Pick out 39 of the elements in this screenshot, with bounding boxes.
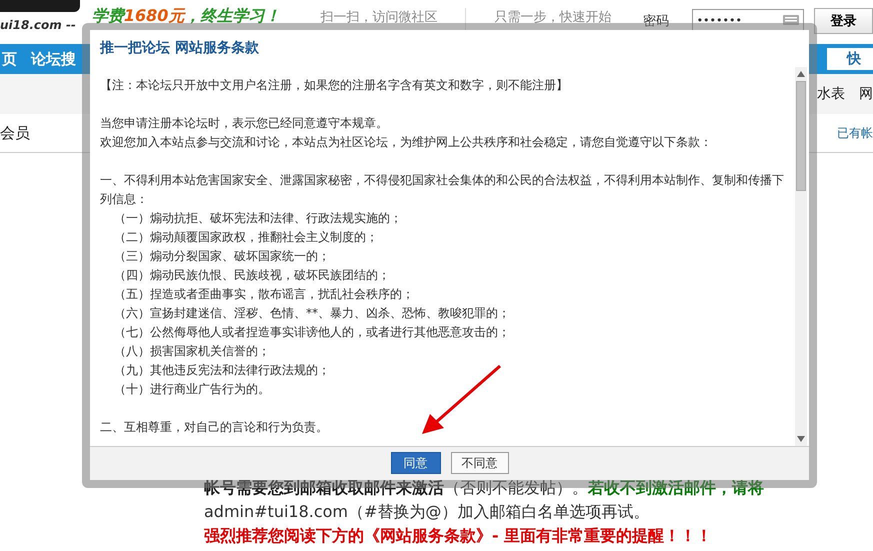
logo-text: ui18.com --: [0, 18, 76, 32]
dialog-title: 推一把论坛 网站服务条款: [98, 39, 260, 58]
terms-paragraph: 当您申请注册本论坛时，表示您已经同意遵守本规章。: [100, 114, 389, 132]
subnav-item[interactable]: 网: [859, 85, 873, 103]
terms-item: （三）煽动分裂国家、破坏国家统一的；: [113, 248, 331, 265]
terms-item: （七）公然侮辱他人或者捏造事实诽谤他人的，或者进行其他恶意攻击的；: [113, 324, 511, 341]
terms-item: （九）其他违反宪法和法律行政法规的；: [113, 362, 331, 379]
notice-line: admin#tui18.com（#替换为@）加入邮箱白名单选项再试。: [204, 501, 650, 523]
subnav-item[interactable]: 水表: [817, 85, 845, 103]
quick-button[interactable]: 快: [827, 48, 873, 70]
scroll-thumb[interactable]: [796, 80, 806, 191]
scrollbar[interactable]: [795, 66, 807, 446]
terms-item: （八）损害国家机关信誉的；: [113, 342, 271, 360]
account-link[interactable]: 已有帐: [837, 124, 873, 142]
notice-line: 强烈推荐您阅读下方的《网站服务条款》- 里面有非常重要的提醒！！！: [204, 525, 714, 547]
quick-start-link[interactable]: 只需一步，快速开始: [494, 8, 626, 26]
section-title: 会员: [0, 124, 30, 142]
terms-paragraph: 欢迎您加入本站点参与交流和讨论，本站点为社区论坛，为维护网上公共秩序和社会稳定，请您自觉遵守以下条款：: [100, 134, 713, 151]
terms-paragraph: 二、互相尊重，对自己的言论和行为负责。: [100, 418, 329, 436]
terms-item: （六）宣扬封建迷信、淫秽、色情、**、暴力、凶杀、恐怖、教唆犯罪的；: [113, 304, 511, 322]
slogan: 学费1680元，终生学习！: [92, 6, 280, 27]
notice-line: 帐号需要您到邮箱收取邮件来激活（否则不能发帖）。若收不到激活邮件，请将: [204, 477, 764, 499]
terms-item: （一）煽动抗拒、破坏宪法和法律、行政法规实施的；: [113, 210, 403, 227]
scroll-down-icon[interactable]: [797, 436, 805, 442]
nav-item[interactable]: 论坛搜: [29, 50, 88, 68]
terms-item: （四）煽动民族仇恨、民族歧视，破坏民族团结的；: [113, 266, 391, 284]
nav-item[interactable]: 页: [0, 50, 29, 68]
disagree-button[interactable]: 不同意: [450, 452, 508, 474]
qr-caption[interactable]: 扫一扫，访问微社区: [320, 10, 438, 25]
password-label: 密码: [643, 13, 670, 30]
keyboard-icon[interactable]: [783, 15, 800, 25]
login-button[interactable]: 登录: [814, 8, 873, 34]
terms-item: （十）进行商业广告行为的。: [113, 380, 271, 398]
terms-paragraph: 【注：本论坛只开放中文用户名注册，如果您的注册名字含有英文和数字，则不能注册】: [100, 76, 569, 94]
scroll-up-icon[interactable]: [797, 70, 805, 77]
terms-item: （五）捏造或者歪曲事实，散布谣言，扰乱社会秩序的；: [113, 286, 415, 303]
agree-button[interactable]: 同意: [390, 452, 440, 474]
terms-paragraph: 一、不得利用本站危害国家安全、泄露国家秘密，不得侵犯国家社会集体的和公民的合法权益，不得利用本站制作、复制和传播下列信息：: [100, 172, 785, 208]
terms-item: （二）煽动颠覆国家政权，推翻社会主义制度的；: [113, 228, 379, 246]
